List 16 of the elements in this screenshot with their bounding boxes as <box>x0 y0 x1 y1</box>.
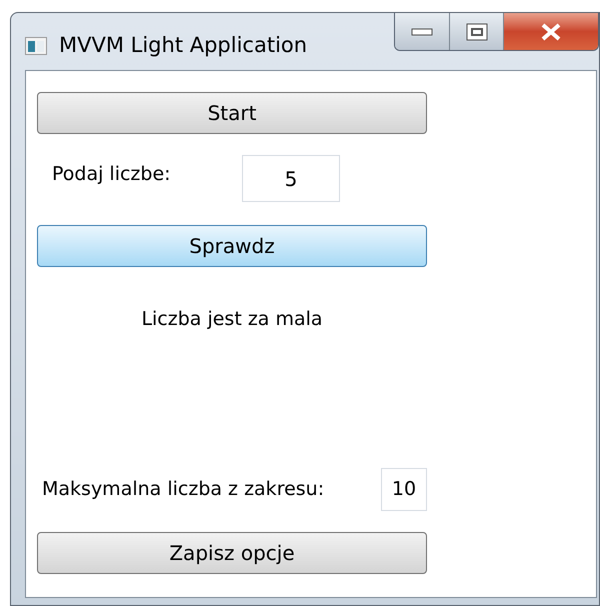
field-label: Maksymalna liczba z zakresu: <box>42 476 326 502</box>
close-button[interactable] <box>504 13 598 50</box>
number-field[interactable]: 5 <box>242 155 340 202</box>
push-button[interactable]: Sprawdz <box>37 225 427 267</box>
field-label: Podaj liczbe: <box>52 162 172 188</box>
push-button[interactable]: Start <box>37 92 427 134</box>
minimize-icon <box>411 28 433 36</box>
max-number-field[interactable]: 10 <box>381 468 427 510</box>
maximize-button[interactable] <box>450 13 504 50</box>
app-icon <box>25 36 47 55</box>
result-message: Liczba jest za mala <box>141 307 323 332</box>
push-button[interactable]: Zapisz opcje <box>37 532 427 574</box>
window-title: MVVM Light Application <box>59 32 308 59</box>
close-icon <box>539 22 563 40</box>
minimize-button[interactable] <box>395 13 450 50</box>
restore-icon <box>466 22 488 40</box>
